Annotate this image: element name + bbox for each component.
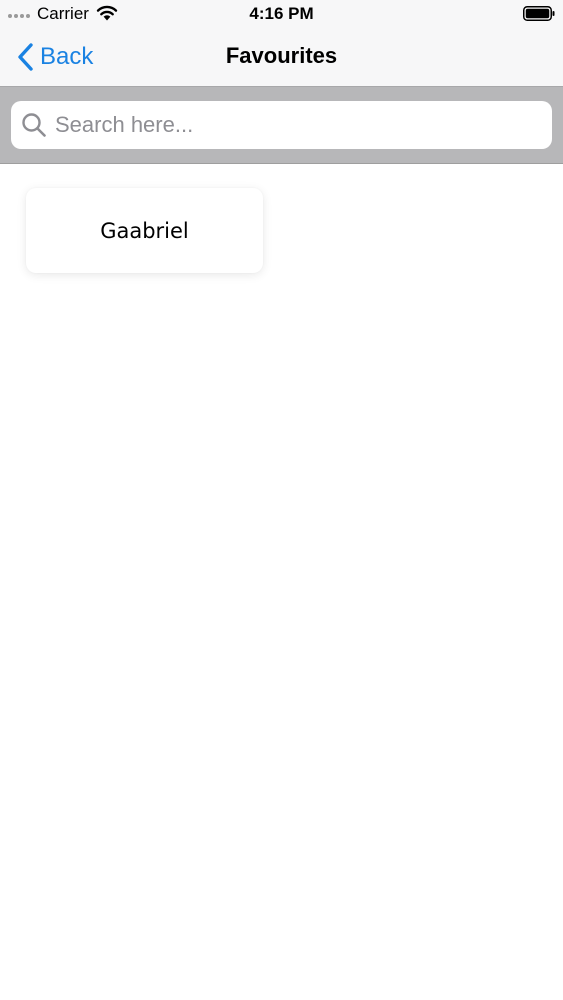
search-bar <box>0 86 563 164</box>
search-icon <box>22 113 46 137</box>
navigation-bar: Back Favourites <box>0 28 563 86</box>
status-time: 4:16 PM <box>249 4 314 23</box>
favourites-screen: Carrier 4:16 PM Back Favourites Search h… <box>0 0 563 1000</box>
search-input[interactable] <box>55 112 535 138</box>
search-field[interactable] <box>11 101 552 149</box>
battery-icon <box>523 6 555 21</box>
favourite-name: Gaabriel <box>100 218 189 243</box>
favourites-list: Gaabriel <box>0 164 563 1000</box>
page-title: Favourites <box>225 43 338 68</box>
favourite-card[interactable]: Gaabriel <box>26 188 263 273</box>
status-bar: Carrier 4:16 PM <box>0 0 563 28</box>
